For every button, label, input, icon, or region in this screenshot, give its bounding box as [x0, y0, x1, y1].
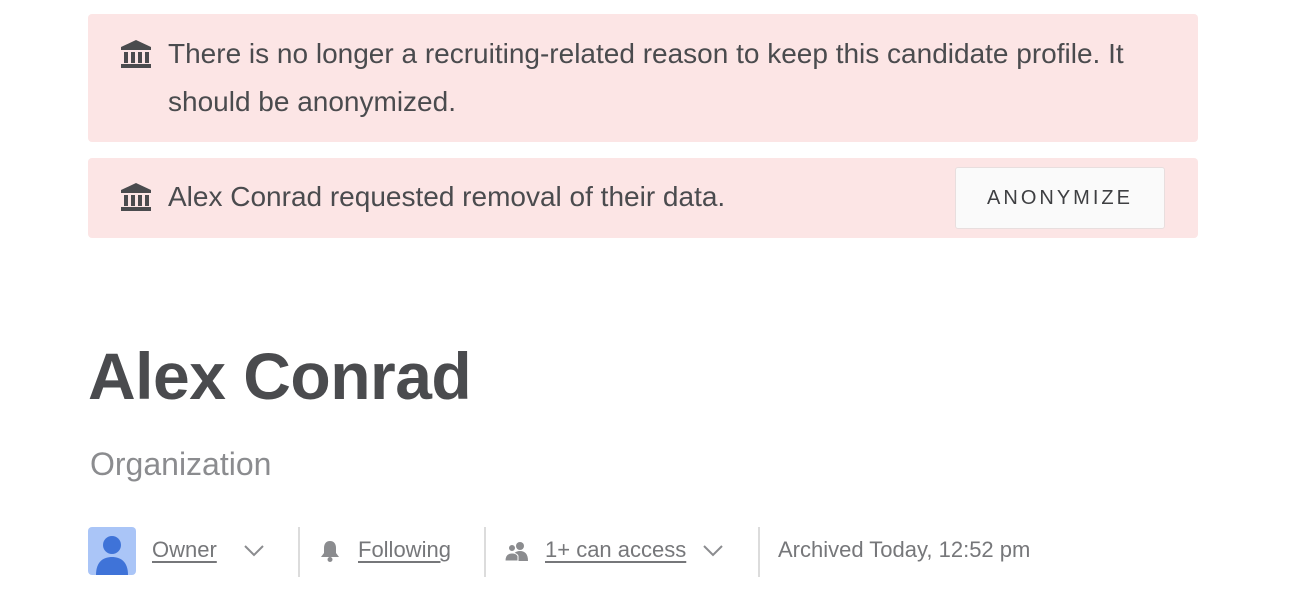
divider — [484, 527, 486, 577]
alert-message: Alex Conrad requested removal of their d… — [168, 181, 726, 212]
bell-icon — [321, 541, 339, 562]
divider — [298, 527, 300, 577]
gdpr-alert-banner: There is no longer a recruiting-related … — [88, 14, 1198, 142]
archived-status: Archived Today, 12:52 pm — [778, 537, 1031, 562]
bank-icon — [121, 40, 151, 68]
candidate-name: Alex Conrad — [88, 339, 472, 413]
anonymize-button[interactable]: ANONYMIZE — [955, 167, 1165, 229]
owner-link[interactable]: Owner — [152, 537, 217, 563]
alert-message: There is no longer a recruiting-related … — [168, 38, 1124, 117]
people-icon — [504, 542, 528, 561]
following-link[interactable]: Following — [358, 537, 451, 563]
chevron-down-icon[interactable] — [243, 544, 265, 558]
user-icon — [96, 536, 128, 575]
divider — [758, 527, 760, 577]
profile-meta-bar: Owner Following 1+ can access Archived T… — [88, 527, 1208, 577]
candidate-organization: Organization — [90, 446, 272, 482]
bank-icon — [121, 183, 151, 211]
chevron-down-icon[interactable] — [702, 544, 724, 558]
removal-request-banner: Alex Conrad requested removal of their d… — [88, 158, 1198, 238]
access-link[interactable]: 1+ can access — [545, 537, 686, 563]
avatar[interactable] — [88, 527, 136, 575]
